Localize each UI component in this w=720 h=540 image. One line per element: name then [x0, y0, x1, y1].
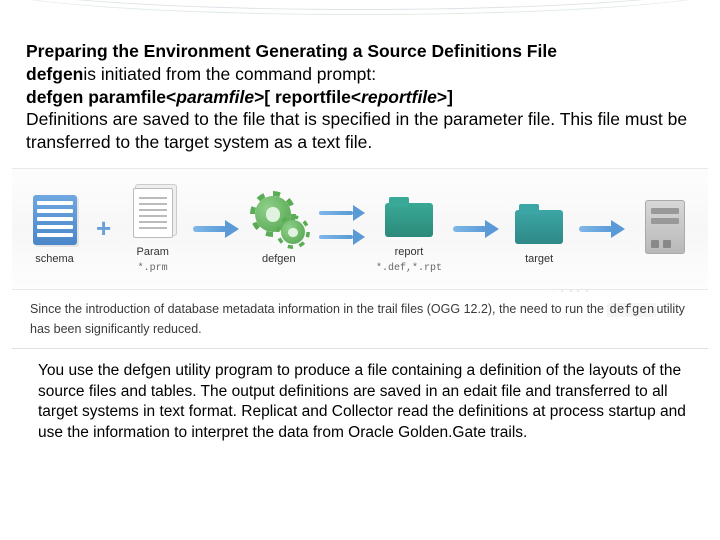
arrow-icon-2	[453, 220, 499, 238]
note-text-1: Since the introduction of database metad…	[30, 302, 607, 316]
intro-line-1-rest: is initiated from the command prompt:	[83, 64, 376, 84]
node-target-label: target	[525, 253, 553, 266]
double-arrow-icon	[319, 208, 365, 250]
lower-paragraph: You use the defgen utility program to pr…	[38, 361, 688, 443]
syntax-part-e: >]	[437, 87, 453, 107]
syntax-paramfile: paramfile	[176, 87, 254, 107]
decorative-waves	[0, 0, 720, 30]
note-code: defgen	[607, 303, 656, 317]
node-report-label: report	[395, 246, 424, 259]
slide-content: Preparing the Environment Generating a S…	[26, 40, 694, 443]
schema-icon	[26, 191, 84, 249]
flow-diagram: schema + Param *.prm defgen report *.def…	[12, 168, 708, 290]
syntax-line: defgen paramfile<paramfile>[ reportfile<…	[26, 86, 694, 109]
node-param-sub: *.prm	[138, 263, 168, 274]
node-server	[636, 198, 694, 260]
slide-heading: Preparing the Environment Generating a S…	[26, 40, 694, 63]
gears-icon	[250, 191, 308, 249]
intro-line-3: Definitions are saved to the file that i…	[26, 108, 694, 154]
folder-icon	[380, 184, 438, 242]
server-icon	[636, 198, 694, 256]
node-param: Param *.prm	[124, 184, 182, 274]
note-box: Since the introduction of database metad…	[12, 292, 708, 350]
arrow-icon-3	[579, 220, 625, 238]
node-defgen-label: defgen	[262, 253, 296, 266]
node-schema-label: schema	[35, 253, 74, 266]
node-schema: schema	[26, 191, 84, 266]
defgen-keyword: defgen	[26, 64, 83, 84]
plus-icon: +	[95, 213, 113, 244]
node-target: target	[510, 191, 568, 266]
intro-line-1: defgenis initiated from the command prom…	[26, 63, 694, 86]
lower-paragraph-block: You use the defgen utility program to pr…	[26, 361, 694, 443]
arrow-icon	[193, 220, 239, 238]
node-report: report *.def,*.rpt	[376, 184, 442, 274]
syntax-reportfile: reportfile	[361, 87, 437, 107]
target-folder-icon	[510, 191, 568, 249]
node-report-sub: *.def,*.rpt	[376, 263, 442, 274]
syntax-part-c: >[ reportfile<	[254, 87, 361, 107]
syntax-part-a: defgen paramfile<	[26, 87, 176, 107]
node-param-label: Param	[136, 246, 168, 259]
node-defgen: defgen	[250, 191, 308, 266]
param-icon	[124, 184, 182, 242]
